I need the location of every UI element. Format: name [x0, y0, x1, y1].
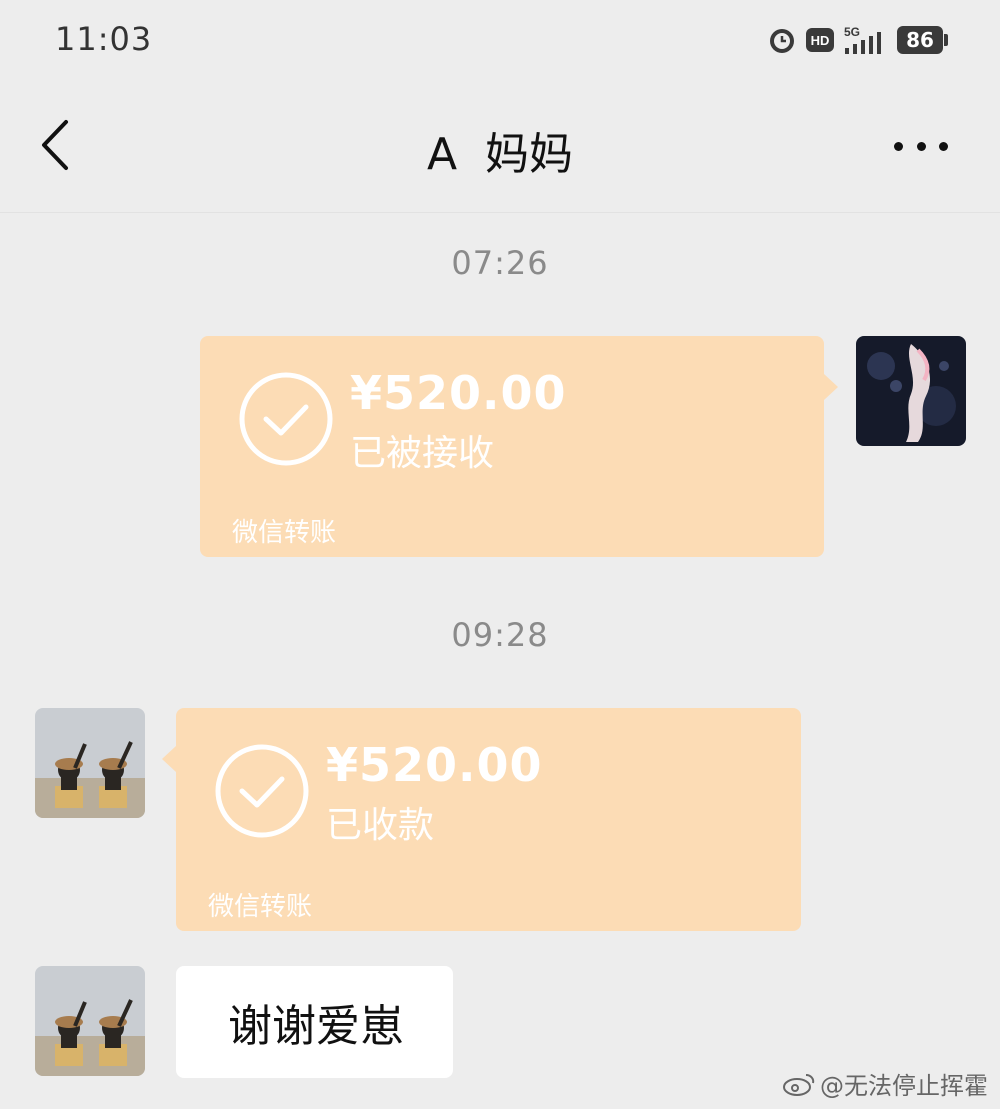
- battery-level: 86: [897, 26, 943, 54]
- battery-icon: 86: [897, 26, 948, 54]
- text-message-bubble[interactable]: 谢谢爱崽: [176, 966, 453, 1078]
- watermark-text: @无法停止挥霍: [820, 1072, 988, 1100]
- transfer-amount: ¥520.00: [350, 366, 567, 420]
- transfer-card-received[interactable]: ¥520.00 已收款 微信转账: [162, 708, 801, 931]
- chat-header: A 妈妈: [0, 80, 1000, 213]
- signal-icon: 5G: [843, 24, 889, 56]
- status-icons: HD 5G 86: [767, 22, 948, 58]
- contact-avatar[interactable]: [35, 708, 145, 818]
- my-avatar[interactable]: [856, 336, 966, 446]
- transfer-footer-label: 微信转账: [208, 892, 313, 922]
- status-time: 11:03: [55, 20, 153, 58]
- watermark: @无法停止挥霍: [782, 1066, 988, 1101]
- message-timestamp: 07:26: [451, 244, 549, 282]
- chat-title: A 妈妈: [426, 129, 574, 180]
- message-text: 谢谢爱崽: [228, 1001, 404, 1052]
- hd-icon: HD: [805, 26, 835, 54]
- transfer-card-sent[interactable]: ¥520.00 已被接收 微信转账: [200, 336, 838, 557]
- alarm-icon: [767, 25, 797, 55]
- weibo-icon: [783, 1073, 815, 1096]
- message-timestamp: 09:28: [451, 616, 549, 654]
- transfer-footer-label: 微信转账: [232, 518, 337, 548]
- contact-avatar[interactable]: [35, 966, 145, 1076]
- more-options-icon[interactable]: [894, 136, 948, 156]
- transfer-amount: ¥520.00: [326, 738, 543, 792]
- transfer-status: 已被接收: [350, 433, 495, 474]
- network-label: 5G: [844, 25, 860, 39]
- hd-label: HD: [811, 33, 830, 48]
- check-circle-icon: [239, 372, 333, 466]
- transfer-status: 已收款: [326, 805, 435, 846]
- status-bar: 11:03 HD 5G 86: [0, 0, 1000, 80]
- check-circle-icon: [215, 744, 309, 838]
